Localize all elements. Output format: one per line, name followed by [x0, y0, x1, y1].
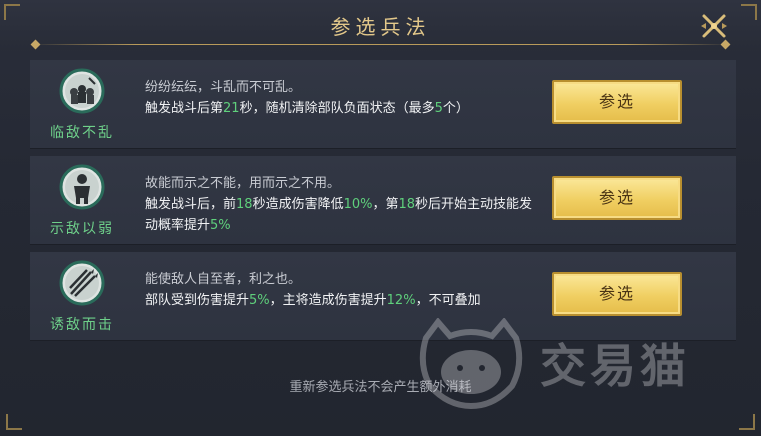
skill-select-dialog: 参选兵法 临敌不乱 纷纷纭纭，斗乱而不可乱。 触发战斗后第21秒，随机清除部队负… — [0, 0, 761, 436]
frame-corner — [739, 414, 755, 430]
desc-value: 12% — [386, 293, 416, 308]
select-skill-button[interactable]: 参选 — [552, 80, 682, 124]
desc-text: ，不可叠加 — [415, 293, 481, 308]
desc-value: 21 — [223, 101, 240, 116]
dialog-title: 参选兵法 — [330, 15, 431, 39]
title-divider — [30, 44, 731, 45]
close-icon — [701, 14, 727, 38]
desc-text: 秒造成伤害降低 — [252, 197, 344, 212]
desc-value: 18 — [236, 197, 253, 212]
desc-text: ，主将造成伤害提升 — [269, 293, 387, 308]
title-bar: 参选兵法 — [0, 0, 761, 50]
desc-text: ，第 — [372, 197, 399, 212]
cat-logo-icon — [419, 317, 523, 410]
skill-description: 部队受到伤害提升5%，主将造成伤害提升12%，不可叠加 — [145, 290, 545, 311]
skill-quote: 能使敌人自至者，利之也。 — [145, 272, 302, 287]
close-button[interactable] — [698, 10, 730, 42]
skill-description: 触发战斗后第21秒，随机清除部队负面状态（最多5个） — [145, 98, 545, 119]
desc-value: 18 — [398, 197, 416, 212]
skill-card: 示敌以弱 故能而示之不能，用而示之不用。 触发战斗后，前18秒造成伤害降低10%… — [30, 156, 736, 245]
skill-card: 临敌不乱 纷纷纭纭，斗乱而不可乱。 触发战斗后第21秒，随机清除部队负面状态（最… — [30, 60, 736, 149]
frame-corner — [6, 414, 22, 430]
desc-value: 5% — [249, 293, 270, 308]
desc-value: 10% — [343, 197, 373, 212]
skill-quote: 故能而示之不能，用而示之不用。 — [145, 176, 341, 191]
desc-text: 部队受到伤害提升 — [145, 293, 250, 308]
watermark-text: 交易猫 — [540, 339, 690, 393]
skill-emblem-icon — [59, 164, 105, 210]
skill-quote: 纷纷纭纭，斗乱而不可乱。 — [145, 80, 302, 95]
skill-name: 临敌不乱 — [50, 125, 114, 141]
skill-emblem-icon — [59, 68, 105, 114]
desc-text: 秒，随机清除部队负面状态（最多 — [239, 101, 435, 116]
watermark: 交易猫 — [416, 317, 736, 410]
desc-text: 个） — [442, 101, 469, 116]
skill-name: 示敌以弱 — [50, 221, 114, 237]
skill-emblem-icon — [59, 260, 105, 306]
select-skill-button[interactable]: 参选 — [552, 272, 682, 316]
desc-text: 触发战斗后第 — [145, 101, 224, 116]
select-skill-button[interactable]: 参选 — [552, 176, 682, 220]
skill-description: 触发战斗后，前18秒造成伤害降低10%，第18秒后开始主动技能发动概率提升5% — [145, 194, 545, 236]
desc-text: 触发战斗后，前 — [145, 197, 237, 212]
desc-value: 5 — [434, 101, 443, 116]
skill-name: 诱敌而击 — [50, 317, 114, 333]
desc-value: 5% — [210, 218, 231, 233]
